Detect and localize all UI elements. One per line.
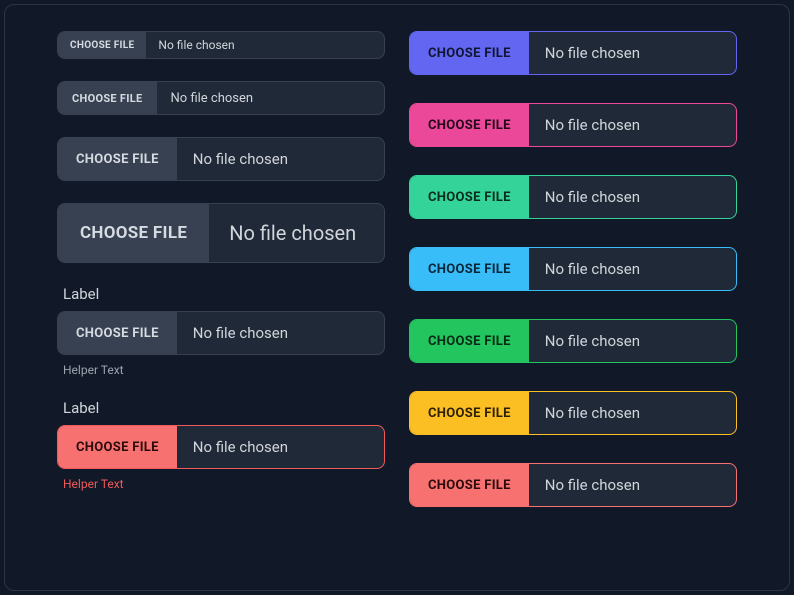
file-status-text: No file chosen (529, 104, 656, 146)
showcase-container: Choose File No file chosen Choose File N… (4, 4, 790, 591)
file-input-md[interactable]: Choose File No file chosen (57, 137, 385, 181)
choose-file-button[interactable]: Choose File (410, 392, 529, 434)
helper-text-danger: Helper Text (63, 477, 385, 491)
file-status-text: No file chosen (177, 426, 304, 468)
choose-file-button[interactable]: Choose File (410, 104, 529, 146)
file-status-text: No file chosen (529, 392, 656, 434)
file-status-text: No file chosen (177, 138, 304, 180)
file-input-green[interactable]: Choose File No file chosen (409, 319, 737, 363)
file-input-sky[interactable]: Choose File No file chosen (409, 247, 737, 291)
file-status-text: No file chosen (209, 204, 376, 262)
file-status-text: No file chosen (529, 464, 656, 506)
choose-file-button[interactable]: Choose File (410, 32, 529, 74)
right-column: Choose File No file chosen Choose File N… (409, 31, 737, 564)
file-input-md-labeled[interactable]: Choose File No file chosen (57, 311, 385, 355)
field-label: Label (63, 399, 385, 417)
file-input-red[interactable]: Choose File No file chosen (409, 463, 737, 507)
file-status-text: No file chosen (529, 176, 656, 218)
file-input-lg[interactable]: Choose File No file chosen (57, 203, 385, 263)
file-status-text: No file chosen (157, 82, 268, 114)
choose-file-button[interactable]: Choose File (410, 176, 529, 218)
choose-file-button[interactable]: Choose File (58, 204, 209, 262)
file-status-text: No file chosen (529, 32, 656, 74)
choose-file-button[interactable]: Choose File (410, 320, 529, 362)
choose-file-button[interactable]: Choose File (58, 138, 177, 180)
file-input-indigo[interactable]: Choose File No file chosen (409, 31, 737, 75)
choose-file-button[interactable]: Choose File (58, 82, 157, 114)
helper-text: Helper Text (63, 363, 385, 377)
choose-file-button[interactable]: Choose File (58, 32, 146, 58)
file-input-labeled: Label Choose File No file chosen Helper … (57, 285, 385, 377)
choose-file-button[interactable]: Choose File (410, 248, 529, 290)
file-input-amber[interactable]: Choose File No file chosen (409, 391, 737, 435)
file-input-teal[interactable]: Choose File No file chosen (409, 175, 737, 219)
left-column: Choose File No file chosen Choose File N… (57, 31, 385, 564)
choose-file-button[interactable]: Choose File (410, 464, 529, 506)
choose-file-button[interactable]: Choose File (58, 426, 177, 468)
file-status-text: No file chosen (529, 248, 656, 290)
file-input-danger-labeled: Label Choose File No file chosen Helper … (57, 399, 385, 491)
file-input-sm[interactable]: Choose File No file chosen (57, 81, 385, 115)
file-status-text: No file chosen (146, 32, 246, 58)
file-status-text: No file chosen (529, 320, 656, 362)
file-status-text: No file chosen (177, 312, 304, 354)
file-input-xs[interactable]: Choose File No file chosen (57, 31, 385, 59)
field-label: Label (63, 285, 385, 303)
file-input-pink[interactable]: Choose File No file chosen (409, 103, 737, 147)
choose-file-button[interactable]: Choose File (58, 312, 177, 354)
file-input-md-danger[interactable]: Choose File No file chosen (57, 425, 385, 469)
